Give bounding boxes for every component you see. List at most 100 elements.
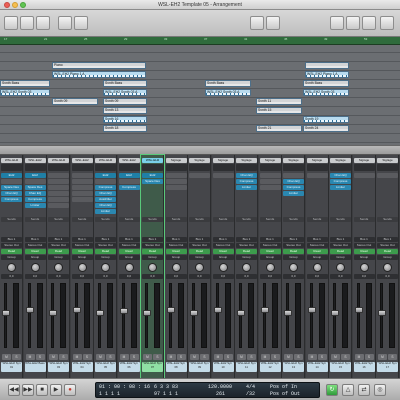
solo-button[interactable]: S: [223, 354, 233, 360]
toolbar-button[interactable]: [330, 16, 344, 30]
sends-slot[interactable]: Sends: [1, 217, 22, 222]
pan-knob[interactable]: [77, 263, 87, 272]
pan-knob[interactable]: [54, 263, 63, 272]
audio-fx-slot[interactable]: [71, 197, 93, 202]
input-slot[interactable]: Bus 1: [377, 237, 398, 242]
punch-button[interactable]: ⇄: [358, 384, 370, 396]
solo-button[interactable]: S: [317, 354, 327, 360]
automation-mode-button[interactable]: Read: [142, 249, 163, 254]
arrange-region[interactable]: Synth 18: [103, 125, 147, 132]
mute-button[interactable]: M: [260, 354, 270, 360]
input-slot[interactable]: Bus 1: [306, 237, 328, 242]
automation-mode-button[interactable]: Read: [212, 249, 234, 254]
arrange-region[interactable]: Synth 11: [256, 98, 302, 105]
solo-button[interactable]: S: [270, 354, 280, 360]
instrument-slot[interactable]: EH2: [95, 173, 116, 178]
record-button[interactable]: ●: [64, 384, 76, 396]
solo-button[interactable]: S: [153, 354, 162, 360]
channel-setting-button[interactable]: Stg/age: [306, 158, 328, 163]
pan-knob[interactable]: [242, 263, 251, 272]
volume-fader-handle[interactable]: [119, 308, 128, 314]
toolbar-button[interactable]: [74, 16, 88, 30]
volume-fader-handle[interactable]: [96, 310, 104, 316]
arrange-region[interactable]: Synth 09: [52, 98, 98, 105]
audio-fx-slot[interactable]: Limiter: [236, 185, 257, 190]
output-slot[interactable]: Stereo Out: [24, 243, 46, 248]
pan-knob[interactable]: [124, 263, 134, 272]
output-slot[interactable]: Stereo Out: [165, 243, 187, 248]
solo-mode-button[interactable]: ◎: [374, 384, 386, 396]
audio-fx-slot[interactable]: Chan EQ: [24, 191, 46, 196]
mute-button[interactable]: M: [284, 354, 293, 360]
volume-fader-handle[interactable]: [307, 307, 316, 313]
mute-button[interactable]: M: [2, 354, 11, 360]
audio-fx-slot[interactable]: [48, 173, 69, 178]
audio-fx-slot[interactable]: [71, 179, 93, 184]
solo-button[interactable]: S: [59, 354, 68, 360]
rewind-button[interactable]: ◀◀: [8, 384, 20, 396]
input-slot[interactable]: Bus 1: [142, 237, 163, 242]
audio-fx-slot[interactable]: [118, 179, 140, 184]
solo-button[interactable]: S: [82, 354, 92, 360]
input-slot[interactable]: Bus 1: [353, 237, 375, 242]
audio-fx-slot[interactable]: Compress: [95, 185, 116, 190]
arrange-region[interactable]: Synth 09: [103, 98, 147, 105]
input-slot[interactable]: Bus 1: [48, 237, 69, 242]
output-slot[interactable]: Stereo Out: [377, 243, 398, 248]
input-slot[interactable]: Bus 1: [118, 237, 140, 242]
input-slot[interactable]: Bus 1: [330, 237, 351, 242]
output-slot[interactable]: Stereo Out: [212, 243, 234, 248]
output-slot[interactable]: Stereo Out: [306, 243, 328, 248]
eq-thumbnail[interactable]: [118, 164, 140, 171]
mute-button[interactable]: M: [49, 354, 58, 360]
volume-fader-handle[interactable]: [143, 310, 151, 316]
automation-mode-button[interactable]: Read: [236, 249, 257, 254]
input-slot[interactable]: Bus 1: [24, 237, 46, 242]
eq-thumbnail[interactable]: [353, 164, 375, 171]
automation-mode-button[interactable]: Read: [95, 249, 116, 254]
toolbar-button[interactable]: [380, 16, 394, 30]
audio-fx-slot[interactable]: Compress: [118, 185, 140, 190]
bar-ruler[interactable]: 17 21 25 29 33 37 41 45 49 53: [0, 37, 400, 45]
audio-fx-slot[interactable]: [48, 179, 69, 184]
channel-setting-button[interactable]: Stg/age: [165, 158, 187, 163]
group-slot[interactable]: Group: [189, 255, 210, 260]
group-slot[interactable]: Group: [353, 255, 375, 260]
arrange-region[interactable]: Synth 21: [256, 125, 302, 132]
audio-fx-slot[interactable]: [71, 173, 93, 178]
output-slot[interactable]: Stereo Out: [1, 243, 22, 248]
volume-fader-track[interactable]: [27, 283, 31, 348]
sends-slot[interactable]: Sends: [259, 217, 281, 222]
output-slot[interactable]: Stereo Out: [142, 243, 163, 248]
volume-fader-handle[interactable]: [2, 310, 10, 316]
arrange-region[interactable]: [305, 62, 349, 69]
solo-button[interactable]: S: [200, 354, 209, 360]
pan-knob[interactable]: [336, 263, 345, 272]
mute-button[interactable]: M: [96, 354, 105, 360]
pan-knob[interactable]: [383, 263, 392, 272]
volume-fader-handle[interactable]: [284, 310, 292, 316]
arrange-region[interactable]: WSL-EH2 Synth 03 A: [103, 89, 147, 96]
pan-knob[interactable]: [101, 263, 110, 272]
input-slot[interactable]: Bus 1: [212, 237, 234, 242]
arrange-region[interactable]: Synth 24: [303, 125, 349, 132]
volume-fader-handle[interactable]: [49, 310, 57, 316]
automation-mode-button[interactable]: Read: [165, 249, 187, 254]
arrange-region[interactable]: WSL-EH2 Piano 1 A: [305, 71, 349, 78]
audio-fx-slot[interactable]: [71, 191, 93, 196]
arrange-region[interactable]: Synth 16: [103, 116, 147, 123]
audio-fx-slot[interactable]: [259, 179, 281, 184]
eq-thumbnail[interactable]: [236, 164, 257, 171]
input-slot[interactable]: Bus 1: [95, 237, 116, 242]
channel-setting-button[interactable]: WSL-EH2: [142, 158, 163, 163]
audio-fx-slot[interactable]: [306, 173, 328, 178]
pan-knob[interactable]: [30, 263, 40, 272]
audio-fx-slot[interactable]: [189, 173, 210, 178]
channel-setting-button[interactable]: WSL-EH2: [24, 158, 46, 163]
metronome-button[interactable]: △: [342, 384, 354, 396]
eq-thumbnail[interactable]: [142, 164, 163, 171]
audio-fx-slot[interactable]: [165, 173, 187, 178]
pan-knob[interactable]: [7, 263, 16, 272]
arrange-region[interactable]: Synth 19: [303, 116, 349, 123]
eq-thumbnail[interactable]: [330, 164, 351, 171]
